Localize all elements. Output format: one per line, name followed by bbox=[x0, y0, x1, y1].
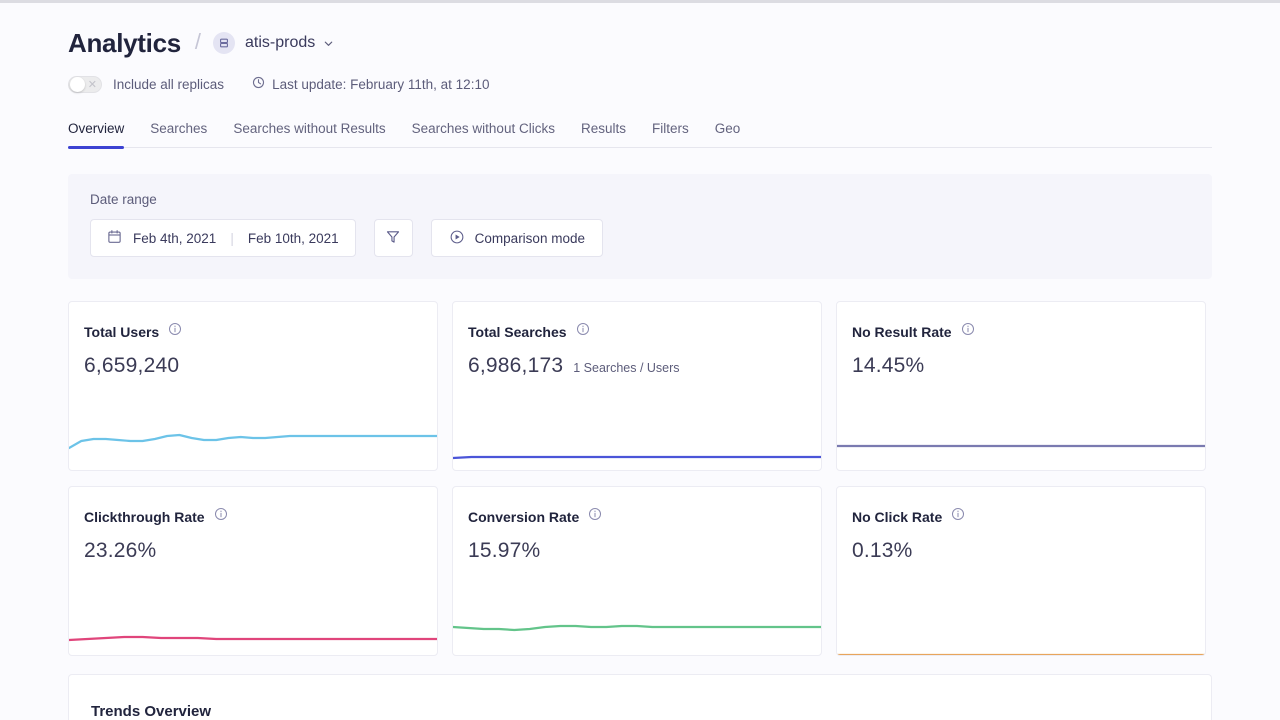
clock-icon bbox=[252, 76, 265, 92]
metric-sparkline bbox=[453, 605, 821, 649]
metric-card-header: Total Searches bbox=[453, 302, 821, 341]
tab-results[interactable]: Results bbox=[581, 121, 626, 147]
metric-card-title: Conversion Rate bbox=[468, 508, 580, 525]
metric-card-value-row: 0.13% bbox=[837, 526, 1205, 563]
metric-card-title: No Result Rate bbox=[852, 323, 952, 340]
page-title: Analytics bbox=[68, 28, 181, 58]
metric-card-value: 15.97% bbox=[468, 539, 541, 562]
metric-card-subvalue: 1 Searches / Users bbox=[573, 361, 680, 375]
tab-overview[interactable]: Overview bbox=[68, 121, 125, 149]
tab-filters[interactable]: Filters bbox=[652, 121, 689, 147]
metric-card: Total Searches 6,986,173 1 Searches / User… bbox=[452, 301, 822, 471]
metric-card-title: No Click Rate bbox=[852, 508, 943, 525]
info-icon[interactable] bbox=[961, 322, 975, 341]
last-update: Last update: February 11th, at 12:10 bbox=[252, 76, 489, 92]
page-top-rule bbox=[0, 0, 1280, 3]
metric-card-title: Total Users bbox=[84, 323, 160, 340]
metric-card-value-row: 6,986,173 1 Searches / Users bbox=[453, 341, 821, 378]
metric-card: Clickthrough Rate 23.26% bbox=[68, 486, 438, 656]
include-all-replicas-label: Include all replicas bbox=[113, 76, 225, 92]
analytics-tabs: Overview Searches Searches without Results… bbox=[68, 116, 1212, 149]
chevron-down-icon[interactable] bbox=[323, 38, 334, 49]
metric-sparkline bbox=[837, 635, 1205, 656]
info-icon[interactable] bbox=[168, 322, 182, 341]
metric-cards-grid: Total Users 6,659,240 Total Searches 6,986,… bbox=[68, 301, 1212, 656]
play-circle-icon bbox=[449, 229, 465, 248]
metric-card-header: Conversion Rate bbox=[453, 487, 821, 526]
toggle-off-icon: ✕ bbox=[87, 78, 97, 91]
metric-card-value-row: 14.45% bbox=[837, 341, 1205, 378]
date-range-label: Date range bbox=[90, 192, 157, 207]
metric-card-value-row: 15.97% bbox=[453, 526, 821, 563]
page-header: Analytics / atis-prods ✕ Include all rep… bbox=[0, 0, 1280, 94]
metric-sparkline bbox=[453, 434, 821, 471]
date-range-panel: Date range Feb 4th, 2021 | Feb 10th, 202… bbox=[68, 174, 1212, 279]
info-icon[interactable] bbox=[951, 507, 965, 526]
metric-card-title: Clickthrough Rate bbox=[84, 508, 205, 525]
last-update-text: Last update: February 11th, at 12:10 bbox=[272, 76, 490, 92]
date-range-end: Feb 10th, 2021 bbox=[247, 230, 339, 246]
metric-card-value: 0.13% bbox=[852, 539, 913, 562]
include-all-replicas-toggle[interactable]: ✕ bbox=[68, 75, 102, 93]
date-range-controls: Feb 4th, 2021 | Feb 10th, 2021 Compariso… bbox=[90, 219, 1190, 257]
analytics-dashboard: Analytics / atis-prods ✕ Include all rep… bbox=[0, 0, 1280, 720]
comparison-mode-button[interactable]: Comparison mode bbox=[430, 219, 603, 257]
metric-card-header: Clickthrough Rate bbox=[69, 487, 437, 526]
database-icon bbox=[213, 32, 236, 54]
metric-sparkline bbox=[837, 426, 1205, 466]
metric-card: No Click Rate 0.13% bbox=[836, 486, 1206, 656]
metric-card: Total Users 6,659,240 bbox=[68, 301, 438, 471]
header-meta-row: ✕ Include all replicas Last update: Febr… bbox=[68, 74, 1280, 94]
breadcrumb: Analytics / atis-prods bbox=[68, 26, 1280, 60]
breadcrumb-separator: / bbox=[194, 29, 202, 54]
metric-card-title: Total Searches bbox=[468, 323, 567, 340]
toggle-knob bbox=[70, 76, 85, 92]
tab-searches-without-results[interactable]: Searches without Results bbox=[233, 121, 385, 147]
metric-card-value: 6,986,173 bbox=[468, 354, 564, 377]
date-range-picker[interactable]: Feb 4th, 2021 | Feb 10th, 2021 bbox=[90, 219, 356, 257]
tab-searches-without-clicks[interactable]: Searches without Clicks bbox=[412, 121, 555, 147]
tab-geo[interactable]: Geo bbox=[715, 121, 741, 147]
filter-icon bbox=[385, 229, 401, 248]
calendar-icon bbox=[107, 229, 122, 247]
info-icon[interactable] bbox=[588, 507, 602, 526]
date-range-separator: | bbox=[230, 230, 234, 246]
metric-card-header: No Click Rate bbox=[837, 487, 1205, 526]
trends-overview-panel: Trends Overview bbox=[68, 674, 1212, 720]
metric-card-value-row: 6,659,240 bbox=[69, 341, 437, 378]
metric-card: No Result Rate 14.45% bbox=[836, 301, 1206, 471]
metric-card-header: No Result Rate bbox=[837, 302, 1205, 341]
metric-card-value: 6,659,240 bbox=[84, 354, 180, 377]
trends-overview-title: Trends Overview bbox=[91, 703, 212, 720]
metric-card-value: 14.45% bbox=[852, 354, 925, 377]
metric-card-header: Total Users bbox=[69, 302, 437, 341]
comparison-mode-label: Comparison mode bbox=[474, 230, 585, 246]
tab-searches[interactable]: Searches bbox=[150, 121, 207, 147]
metric-card-value: 23.26% bbox=[84, 539, 157, 562]
metric-card: Conversion Rate 15.97% bbox=[452, 486, 822, 656]
info-icon[interactable] bbox=[214, 507, 228, 526]
metric-card-value-row: 23.26% bbox=[69, 526, 437, 563]
info-icon[interactable] bbox=[576, 322, 590, 341]
metric-sparkline bbox=[69, 614, 437, 656]
filter-button[interactable] bbox=[373, 219, 413, 257]
metric-sparkline bbox=[69, 422, 437, 468]
date-range-start: Feb 4th, 2021 bbox=[133, 230, 217, 246]
app-selector-label[interactable]: atis-prods bbox=[245, 34, 315, 52]
